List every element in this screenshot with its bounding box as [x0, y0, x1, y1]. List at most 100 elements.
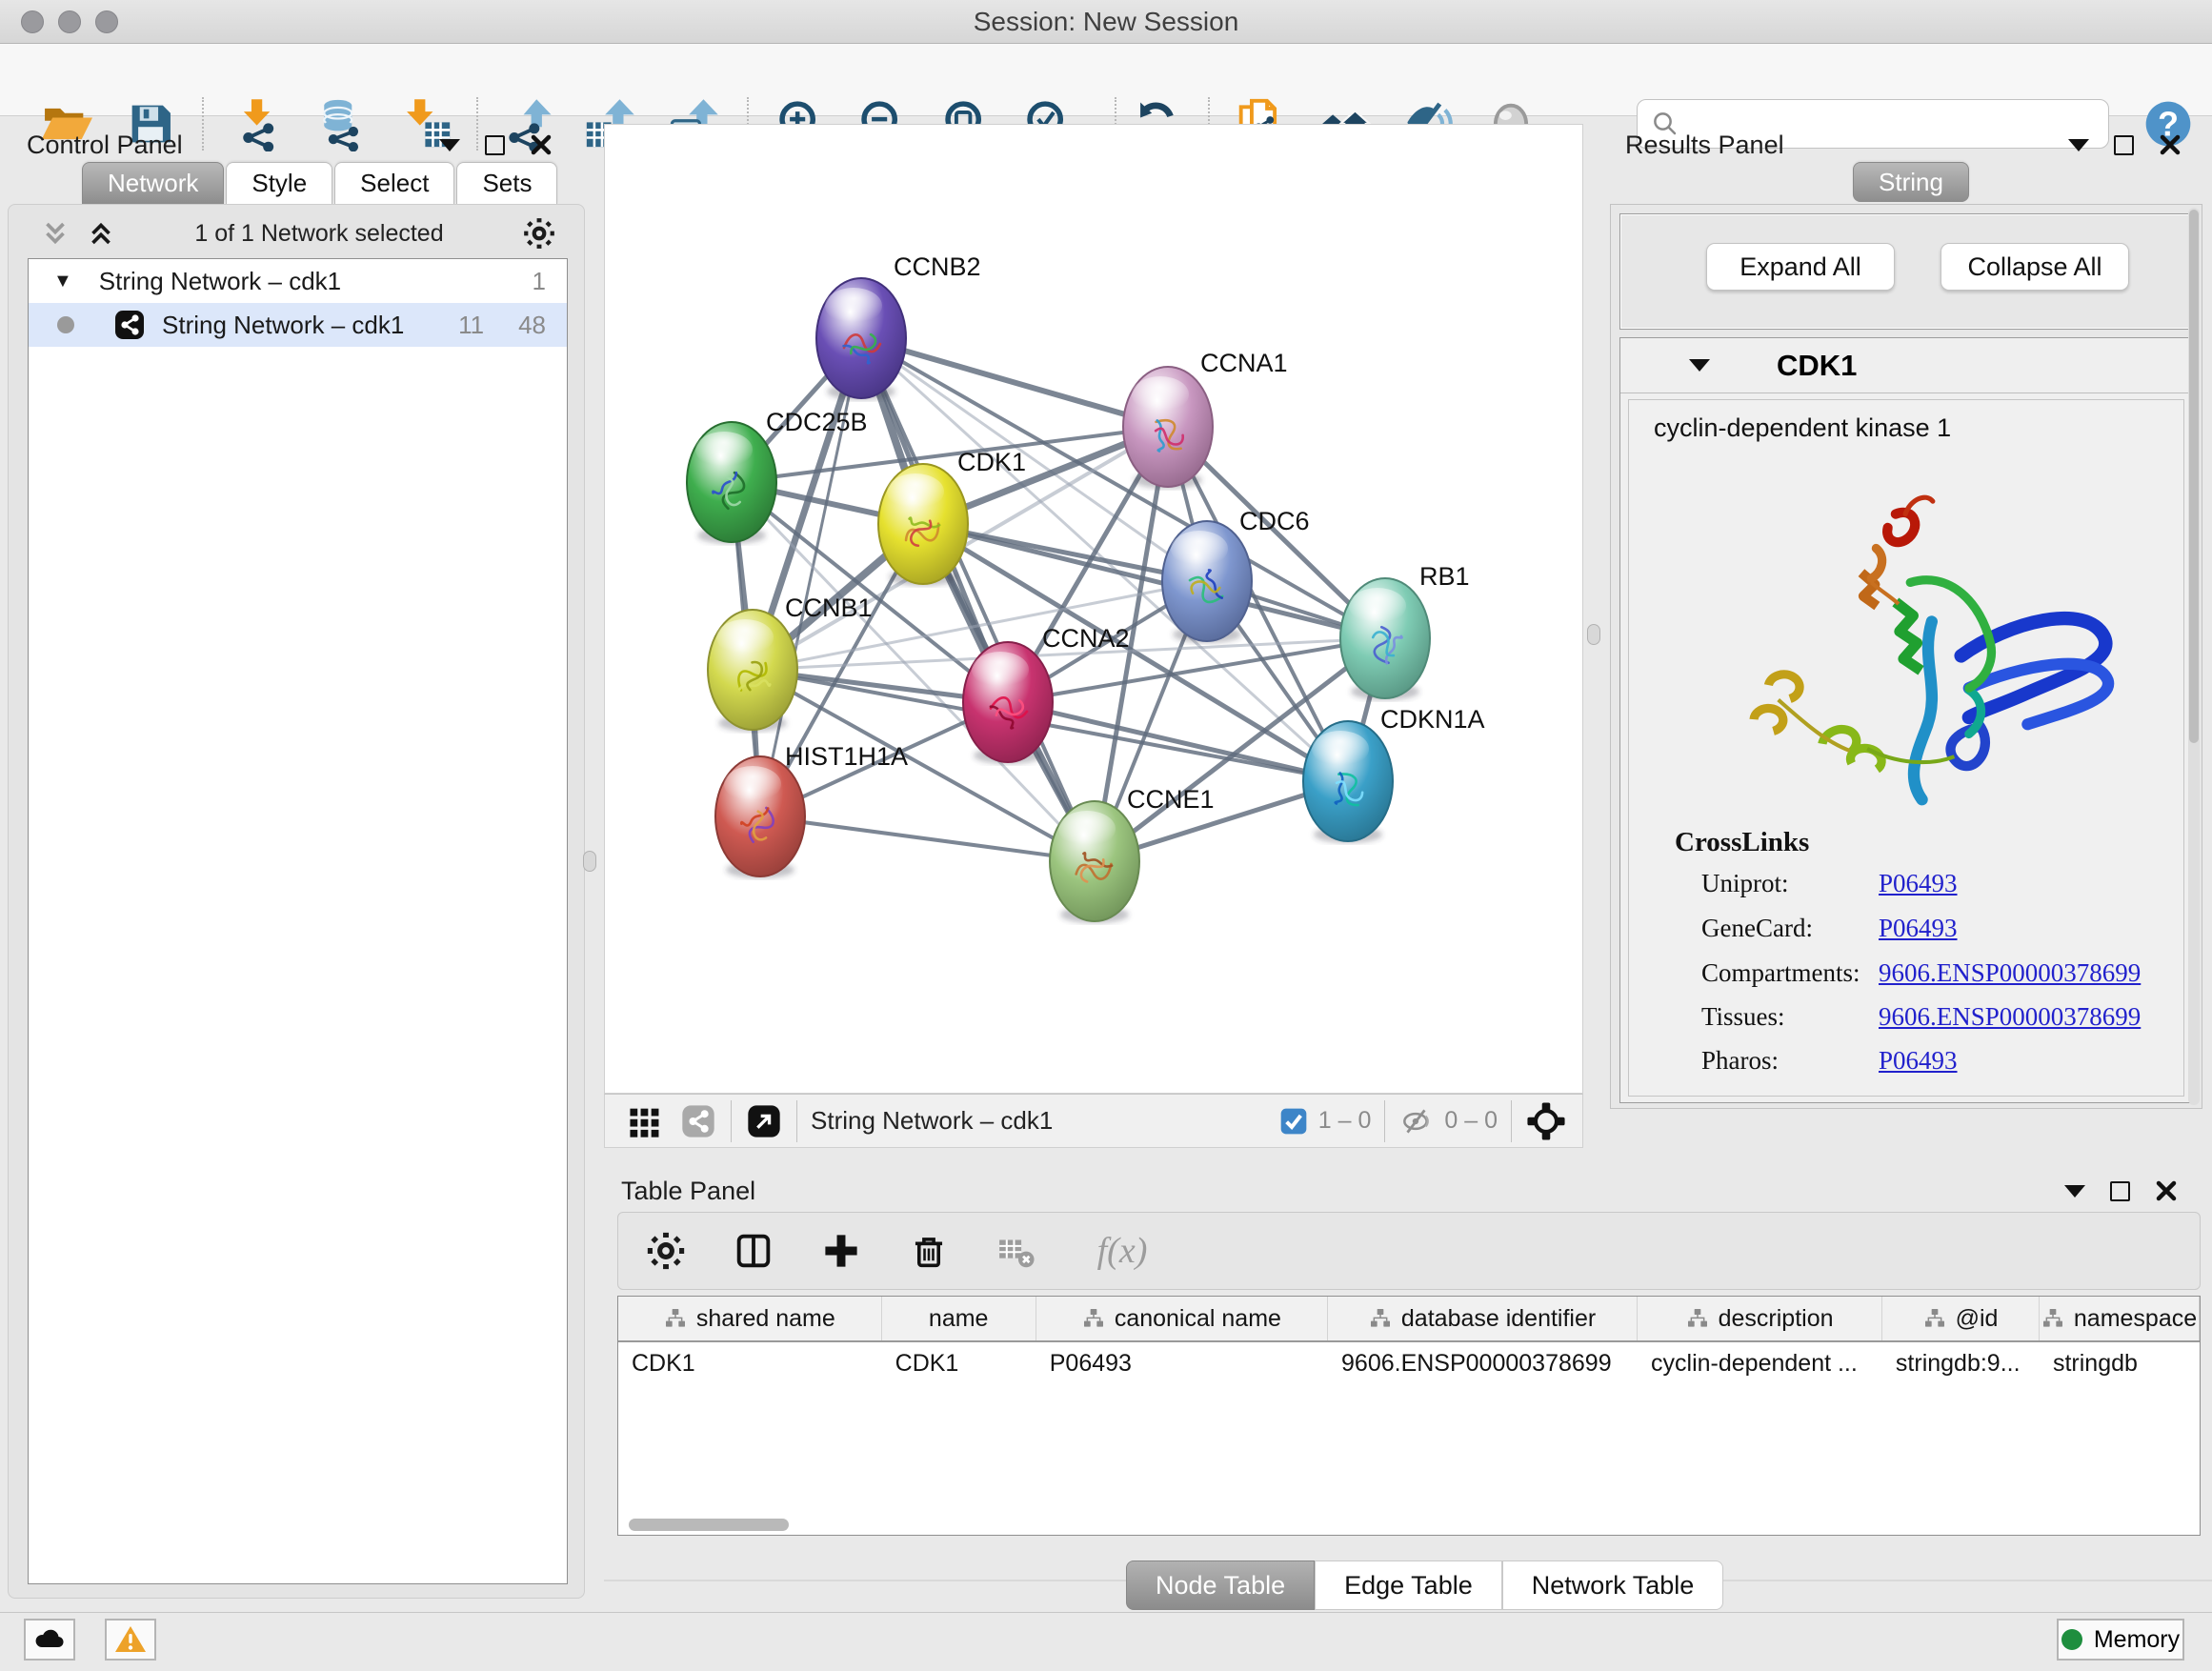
table-cell[interactable]: P06493 — [1036, 1342, 1328, 1384]
selected-checkbox-icon[interactable] — [1278, 1106, 1309, 1137]
svg-text:CDC6: CDC6 — [1239, 507, 1310, 535]
node-count: 11 — [458, 311, 484, 340]
tab-select[interactable]: Select — [334, 162, 454, 204]
network-collection-row[interactable]: ▼ String Network – cdk1 1 — [29, 259, 567, 303]
tab-edge-table[interactable]: Edge Table — [1315, 1560, 1502, 1610]
memory-button[interactable]: Memory — [2057, 1619, 2184, 1661]
crosslink-compartments-link[interactable]: 9606.ENSP00000378699 — [1879, 958, 2141, 988]
expand-all-button[interactable]: Expand All — [1706, 243, 1895, 291]
gene-card-body: cyclin-dependent kinase 1 CrossLinks Uni… — [1628, 399, 2184, 1097]
gear-icon[interactable] — [521, 215, 557, 252]
table-cell[interactable]: stringdb — [2040, 1342, 2200, 1384]
crosslink-uniprot-link[interactable]: P06493 — [1879, 869, 1958, 898]
close-window-button[interactable] — [21, 10, 44, 33]
tab-node-table[interactable]: Node Table — [1126, 1560, 1315, 1610]
table-type-tabs: Node Table Edge Table Network Table — [1126, 1560, 1723, 1610]
cloud-icon — [32, 1622, 67, 1657]
expander-icon[interactable]: ▼ — [53, 271, 72, 292]
gene-description: cyclin-dependent kinase 1 — [1654, 413, 1951, 443]
panel-menu-icon[interactable] — [439, 139, 460, 151]
panel-menu-icon[interactable] — [2064, 1185, 2085, 1198]
table-cell[interactable]: CDK1 — [882, 1342, 1036, 1384]
tab-network-table[interactable]: Network Table — [1502, 1560, 1724, 1610]
table-cell[interactable]: CDK1 — [618, 1342, 882, 1384]
network-tree: ▼ String Network – cdk1 1 String Network… — [28, 258, 568, 1584]
results-scrollbar-thumb[interactable] — [2189, 210, 2199, 743]
svg-text:CCNB2: CCNB2 — [894, 252, 981, 281]
close-panel-icon[interactable] — [530, 133, 553, 156]
float-panel-icon[interactable] — [2110, 1181, 2130, 1201]
add-column-button[interactable] — [816, 1226, 866, 1276]
column-header[interactable]: shared name — [618, 1297, 882, 1340]
crosslink-tissues-link[interactable]: 9606.ENSP00000378699 — [1879, 1002, 2141, 1032]
edge-count: 48 — [518, 311, 546, 340]
grid-view-icon[interactable] — [626, 1102, 664, 1140]
float-panel-icon[interactable] — [485, 135, 505, 155]
column-header[interactable]: @id — [1882, 1297, 2040, 1340]
traffic-lights — [21, 10, 118, 33]
minimize-window-button[interactable] — [58, 10, 81, 33]
maximize-window-button[interactable] — [95, 10, 118, 33]
svg-text:CDC25B: CDC25B — [766, 408, 868, 436]
detach-view-icon[interactable] — [745, 1102, 783, 1140]
cloud-status-button[interactable] — [24, 1619, 75, 1661]
table-cell[interactable]: stringdb:9... — [1882, 1342, 2040, 1384]
tab-sets[interactable]: Sets — [456, 162, 557, 204]
tab-network[interactable]: Network — [82, 162, 224, 204]
gene-result-card: CDK1 cyclin-dependent kinase 1 CrossLink… — [1619, 337, 2193, 1103]
current-network-title: String Network – cdk1 — [811, 1106, 1053, 1136]
warnings-button[interactable] — [105, 1619, 156, 1661]
network-selection-bar: 1 of 1 Network selected — [9, 212, 584, 254]
collapse-all-button[interactable]: Collapse All — [1941, 243, 2129, 291]
table-settings-button[interactable] — [641, 1226, 691, 1276]
vertical-splitter-handle[interactable] — [1587, 624, 1600, 645]
crosslink-label: GeneCard: — [1701, 914, 1813, 943]
crosslink-pharos-link[interactable]: P06493 — [1879, 1046, 1958, 1076]
vertical-splitter-handle[interactable] — [583, 851, 596, 872]
crosslink-label: Pharos: — [1701, 1046, 1779, 1076]
control-panel-tabs: Network Style Select Sets — [82, 162, 559, 204]
svg-text:CCNB1: CCNB1 — [785, 594, 873, 622]
column-header[interactable]: description — [1638, 1297, 1882, 1340]
close-panel-icon[interactable] — [2155, 1179, 2178, 1202]
float-panel-icon[interactable] — [2114, 135, 2134, 155]
column-header[interactable]: namespace — [2040, 1297, 2200, 1340]
control-panel-header: Control Panel — [27, 126, 570, 164]
delete-column-button[interactable] — [904, 1226, 954, 1276]
panel-menu-icon[interactable] — [2068, 139, 2089, 151]
window-titlebar: Session: New Session — [0, 0, 2212, 44]
hidden-eye-icon — [1398, 1103, 1435, 1139]
table-row[interactable]: CDK1CDK1P064939606.ENSP00000378699cyclin… — [618, 1342, 2200, 1384]
gene-card-header[interactable]: CDK1 — [1620, 338, 2192, 393]
column-header[interactable]: canonical name — [1036, 1297, 1328, 1340]
memory-ok-dot-icon — [2061, 1629, 2082, 1650]
memory-label: Memory — [2094, 1626, 2180, 1654]
network-view-icon[interactable] — [679, 1102, 717, 1140]
table-toolbar: f(x) — [617, 1212, 2201, 1290]
toolbar-divider — [731, 1100, 732, 1142]
tab-style[interactable]: Style — [226, 162, 332, 204]
show-columns-button[interactable] — [729, 1226, 778, 1276]
crosslinks-title: CrossLinks — [1675, 827, 1809, 858]
column-header[interactable]: database identifier — [1328, 1297, 1638, 1340]
collapse-entry-icon[interactable] — [1689, 359, 1710, 372]
table-cell[interactable]: 9606.ENSP00000378699 — [1328, 1342, 1638, 1384]
table-hscrollbar-thumb[interactable] — [629, 1519, 789, 1531]
close-panel-icon[interactable] — [2159, 133, 2182, 156]
network-graph[interactable]: CCNB2CCNA1CDC25BCDK1CDC6RB1CCNB1CCNA2CDK… — [605, 125, 1582, 1093]
table-cell[interactable]: cyclin-dependent ... — [1638, 1342, 1882, 1384]
table-panel-header: Table Panel — [621, 1172, 2193, 1210]
crosslink-genecard-link[interactable]: P06493 — [1879, 914, 1958, 943]
network-canvas[interactable]: CCNB2CCNA1CDC25BCDK1CDC6RB1CCNB1CCNA2CDK… — [604, 124, 1583, 1094]
collapse-all-chevron-icon[interactable] — [39, 217, 71, 250]
tab-string[interactable]: String — [1853, 162, 1969, 202]
results-panel-title: Results Panel — [1625, 131, 1784, 160]
toolbar-divider — [796, 1100, 797, 1142]
column-header[interactable]: name — [882, 1297, 1036, 1340]
delete-table-button — [992, 1226, 1041, 1276]
birds-eye-icon[interactable] — [1525, 1100, 1567, 1142]
control-panel: Control Panel Network Style Select Sets … — [0, 116, 593, 1608]
node-table: shared namenamecanonical namedatabase id… — [617, 1296, 2201, 1536]
network-row-selected[interactable]: String Network – cdk1 11 48 — [29, 303, 567, 347]
expand-all-chevron-icon[interactable] — [85, 217, 117, 250]
